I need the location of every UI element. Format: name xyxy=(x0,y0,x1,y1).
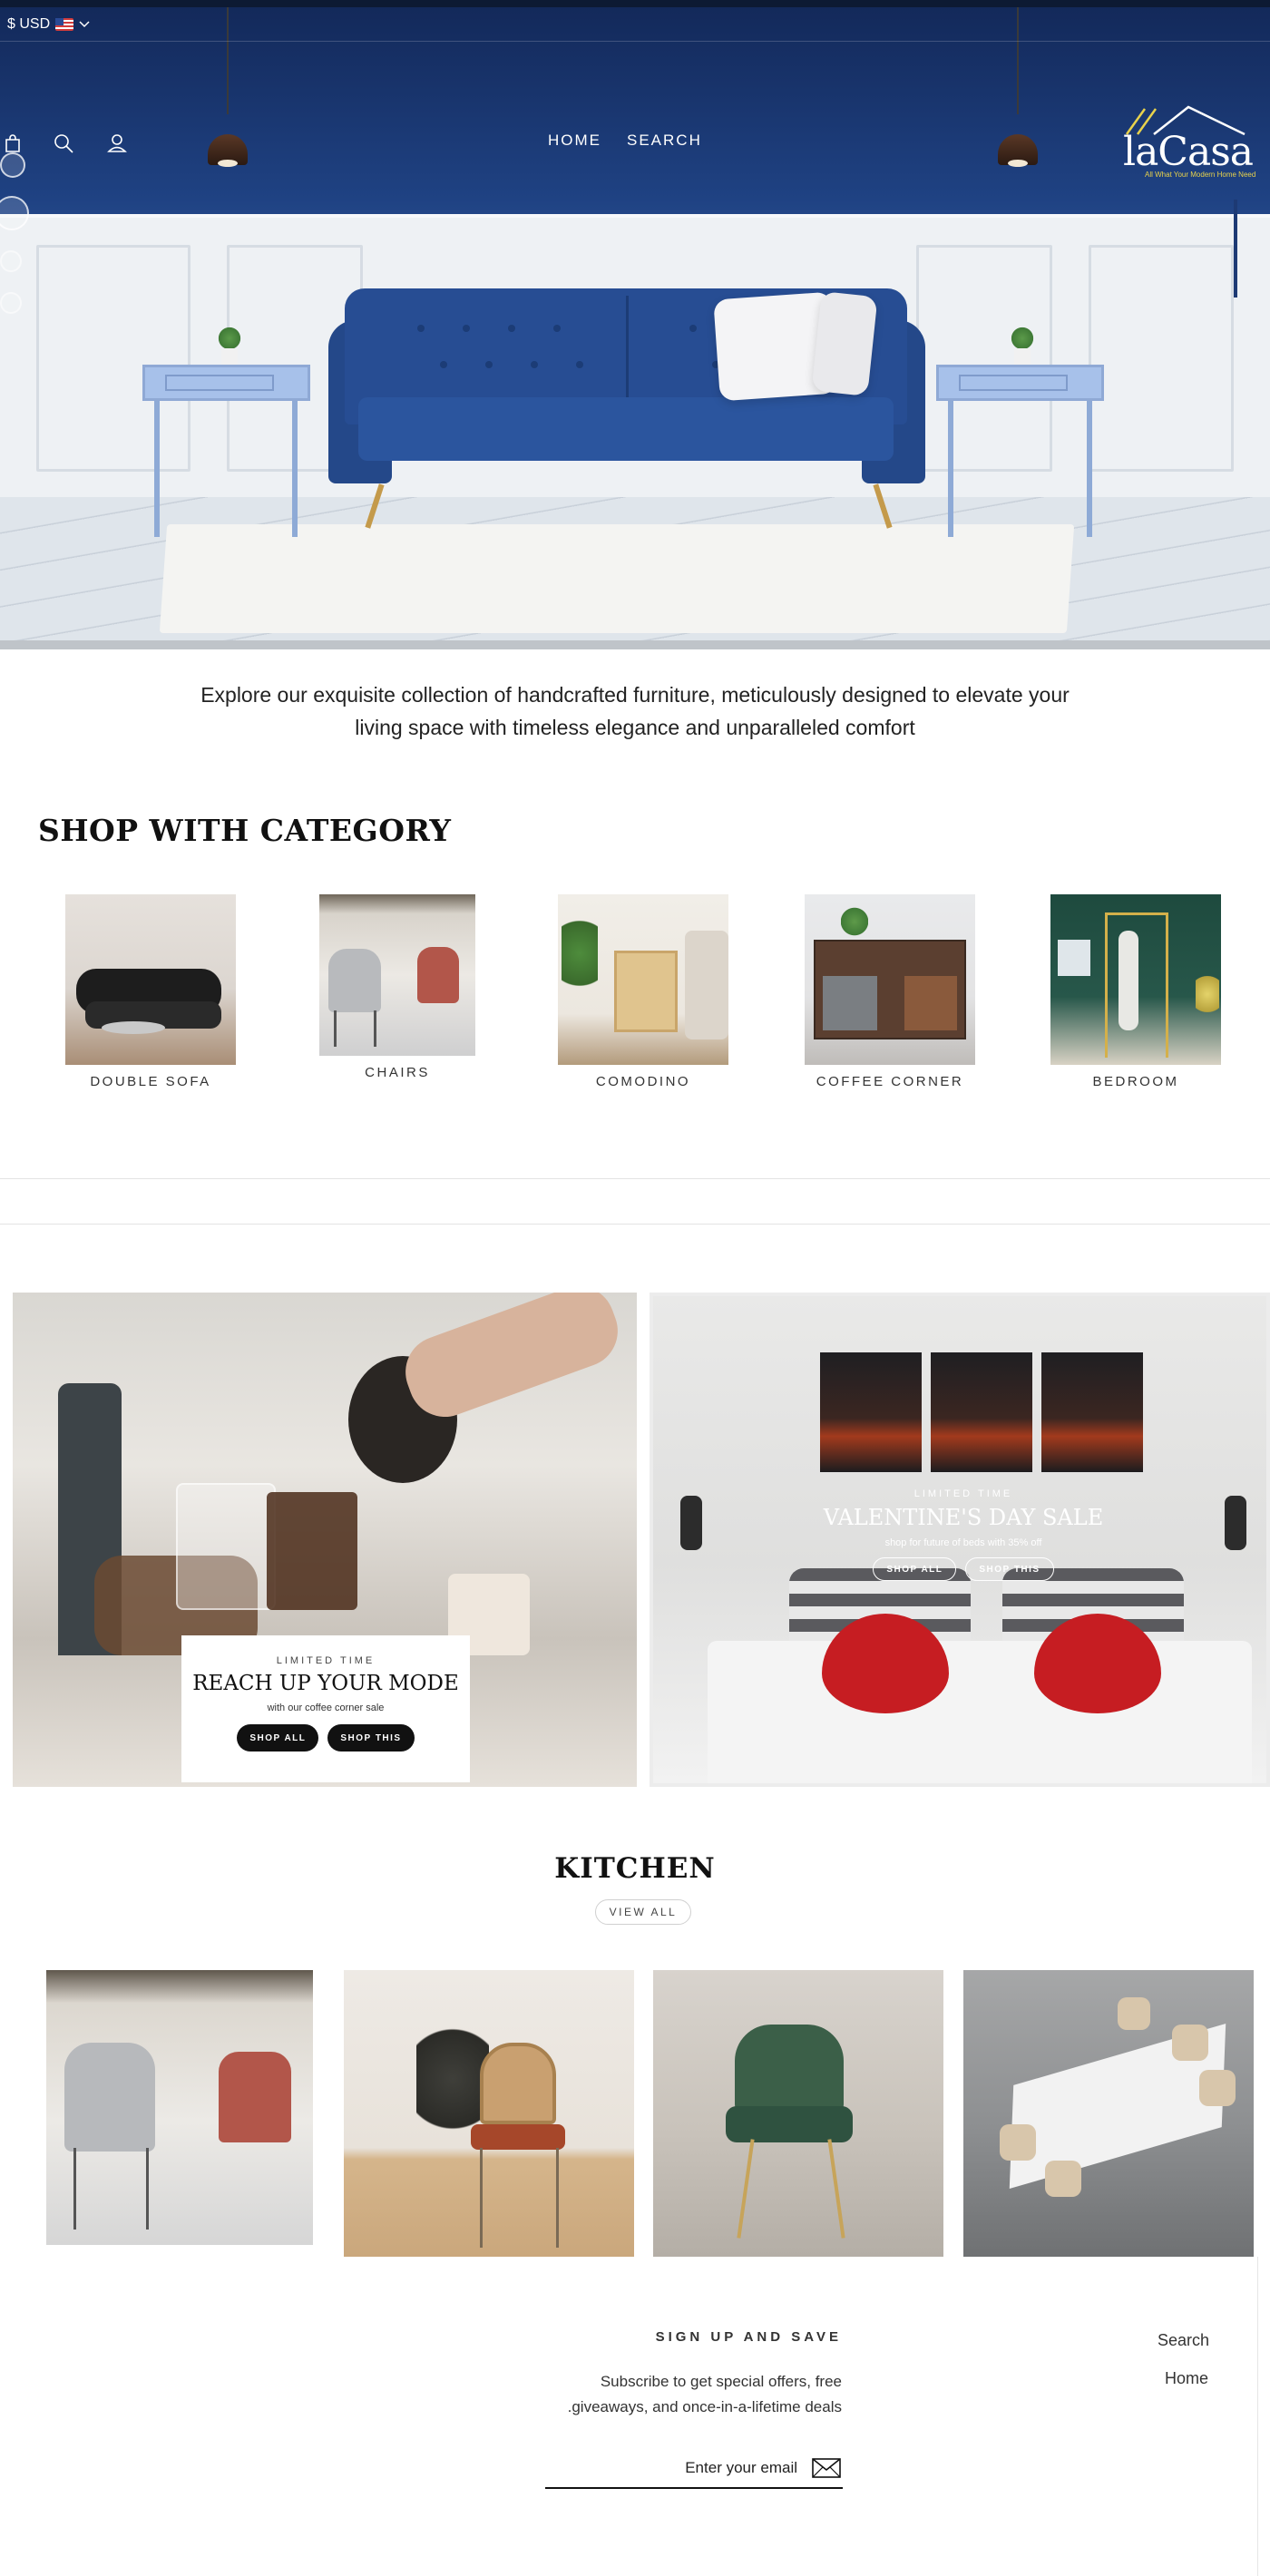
bed xyxy=(708,1641,1252,1783)
shop-this-button[interactable]: SHOP THIS xyxy=(327,1724,415,1751)
currency-selector[interactable]: $ USD xyxy=(7,15,90,34)
category-image xyxy=(1050,894,1221,1065)
promo-glass xyxy=(176,1483,276,1610)
shop-this-button[interactable]: SHOP THIS xyxy=(965,1557,1054,1581)
category-label: COFFEE CORNER xyxy=(816,1074,964,1089)
plant-pot xyxy=(221,348,238,366)
category-label: BEDROOM xyxy=(1092,1074,1179,1089)
category-label: COMODINO xyxy=(595,1074,691,1089)
signup-description: Subscribe to get special offers, free .g… xyxy=(508,2369,842,2420)
currency-label: $ USD xyxy=(7,16,51,32)
promo-subtitle: shop for future of beds with 35% off xyxy=(884,1537,1042,1548)
table-leg xyxy=(154,401,160,537)
promo-eyebrow: LIMITED TIME xyxy=(913,1488,1013,1499)
category-coffee-corner[interactable]: COFFEE CORNER xyxy=(804,894,976,1089)
plant-icon xyxy=(216,327,243,350)
wall-art xyxy=(931,1352,1032,1472)
footer-edge-rule xyxy=(1257,2257,1258,2576)
promo-hand xyxy=(395,1293,629,1428)
account-icon[interactable] xyxy=(106,132,128,154)
mail-icon[interactable] xyxy=(811,2454,842,2480)
kitchen-product-3[interactable] xyxy=(653,1970,943,2257)
promo-title: REACH UP YOUR MODE xyxy=(192,1672,459,1695)
hero-rug xyxy=(159,524,1075,633)
table-leg xyxy=(1087,401,1092,537)
hero-banner xyxy=(0,7,1270,649)
shop-all-button[interactable]: SHOP ALL xyxy=(873,1557,957,1581)
wall-panel xyxy=(916,245,1052,472)
view-all-button[interactable]: VIEW ALL xyxy=(595,1899,691,1925)
wall-art xyxy=(1041,1352,1143,1472)
kitchen-section-title: KITCHEN xyxy=(554,1852,716,1885)
category-bedroom[interactable]: BEDROOM xyxy=(1050,894,1222,1089)
hero-bottom-strip xyxy=(0,640,1270,649)
lamp-glow xyxy=(1008,160,1028,167)
promo-cup xyxy=(267,1492,357,1610)
category-image xyxy=(805,894,975,1065)
category-label: DOUBLE SOFA xyxy=(90,1074,211,1089)
wall-panel xyxy=(1089,245,1234,472)
pillow xyxy=(811,291,878,396)
promo-text-block: LIMITED TIME VALENTINE'S DAY SALE shop f… xyxy=(653,1488,1266,1581)
footer-home-link[interactable]: Home xyxy=(1165,2369,1208,2388)
nav-search-link[interactable]: SEARCH xyxy=(627,132,702,150)
plant-icon xyxy=(1009,327,1036,350)
cart-icon[interactable] xyxy=(2,132,24,154)
category-label: CHAIRS xyxy=(365,1065,430,1080)
nav-home-link[interactable]: HOME xyxy=(548,132,601,150)
signup-title: SIGN UP AND SAVE xyxy=(655,2329,842,2345)
slider-dot[interactable] xyxy=(0,250,22,272)
header-divider xyxy=(0,41,1270,42)
plant-pot xyxy=(1014,348,1031,366)
search-icon[interactable] xyxy=(53,132,74,154)
lamp-glow xyxy=(218,160,238,167)
wall-art xyxy=(820,1352,922,1472)
lamp-cord xyxy=(1017,7,1019,114)
side-table-right xyxy=(936,365,1104,401)
side-table-left xyxy=(142,365,310,401)
category-image xyxy=(558,894,728,1065)
category-section-title: SHOP WITH CATEGORY xyxy=(38,813,452,848)
slider-dot[interactable] xyxy=(0,292,22,314)
us-flag-icon xyxy=(55,18,74,31)
category-comodino[interactable]: COMODINO xyxy=(557,894,729,1089)
footer-search-link[interactable]: Search xyxy=(1158,2331,1209,2350)
promo-subtitle: with our coffee corner sale xyxy=(267,1703,385,1713)
section-divider xyxy=(0,1178,1270,1179)
kitchen-product-1[interactable] xyxy=(46,1970,313,2245)
sofa-seat xyxy=(358,397,894,461)
slide-indicator xyxy=(1234,200,1237,298)
signup-line-1: Subscribe to get special offers, free xyxy=(600,2373,842,2390)
promo-valentines: LIMITED TIME VALENTINE'S DAY SALE shop f… xyxy=(650,1293,1270,1787)
category-double-sofa[interactable]: DOUBLE SOFA xyxy=(64,894,237,1089)
logo-tagline: All What Your Modern Home Need xyxy=(1145,171,1256,179)
shop-all-button[interactable]: SHOP ALL xyxy=(237,1724,319,1751)
main-nav: HOME SEARCH xyxy=(548,132,702,150)
category-image xyxy=(319,894,475,1056)
table-leg xyxy=(948,401,953,537)
section-divider xyxy=(0,1224,1270,1225)
lacasa-logo[interactable]: laCasa All What Your Modern Home Need xyxy=(1118,102,1256,183)
kitchen-product-2[interactable] xyxy=(344,1970,634,2257)
wall-panel xyxy=(36,245,190,472)
category-image xyxy=(65,894,236,1065)
promo-card: LIMITED TIME REACH UP YOUR MODE with our… xyxy=(181,1635,470,1782)
chevron-down-icon xyxy=(79,21,90,28)
kitchen-product-4[interactable] xyxy=(963,1970,1254,2257)
table-leg xyxy=(292,401,298,537)
top-edge-bar xyxy=(0,0,1270,7)
logo-text: laCasa xyxy=(1123,129,1254,175)
intro-text: Explore our exquisite collection of hand… xyxy=(200,683,1070,739)
promo-title: VALENTINE'S DAY SALE xyxy=(823,1505,1104,1530)
lamp-cord xyxy=(227,7,229,114)
category-chairs[interactable]: CHAIRS xyxy=(311,894,484,1080)
promo-coffee-corner: LIMITED TIME REACH UP YOUR MODE with our… xyxy=(13,1293,637,1787)
email-input[interactable] xyxy=(545,2449,843,2489)
signup-line-2: .giveaways, and once-in-a-lifetime deals xyxy=(567,2398,842,2415)
slider-dot[interactable] xyxy=(0,152,25,178)
promo-eyebrow: LIMITED TIME xyxy=(276,1655,376,1666)
